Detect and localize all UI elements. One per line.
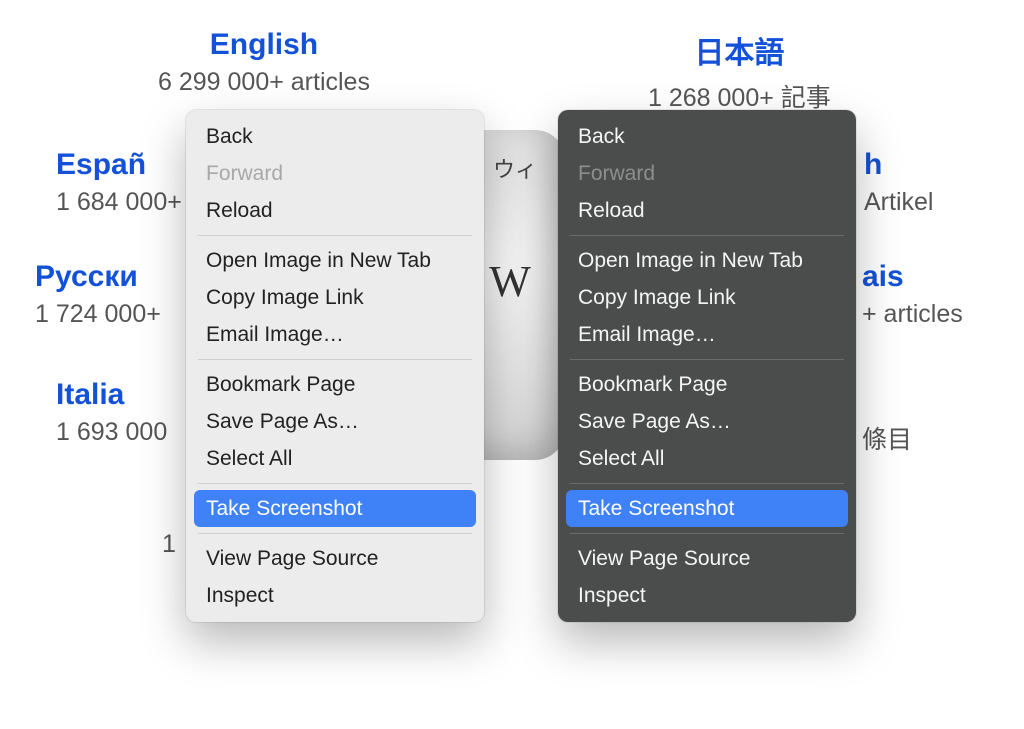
lang-sub: 1 724 000+ bbox=[35, 300, 161, 329]
menu-separator bbox=[570, 359, 844, 360]
menu-item-forward: Forward bbox=[186, 155, 484, 192]
lang-sub: 1 bbox=[162, 530, 176, 558]
globe-letter: W bbox=[489, 256, 531, 307]
lang-russian[interactable]: Русски 1 724 000+ bbox=[35, 260, 161, 329]
lang-portuguese-partial: 1 bbox=[162, 530, 176, 559]
lang-sub: + articles bbox=[862, 300, 963, 329]
lang-sub: 條目 bbox=[862, 426, 912, 454]
lang-chinese-partial[interactable]: 條目 bbox=[862, 420, 912, 456]
lang-name: 日本語 bbox=[648, 28, 831, 72]
menu-separator bbox=[570, 483, 844, 484]
menu-item-inspect[interactable]: Inspect bbox=[186, 577, 484, 614]
menu-item-bookmark-page[interactable]: Bookmark Page bbox=[558, 366, 856, 403]
menu-separator bbox=[570, 533, 844, 534]
menu-item-copy-image-link[interactable]: Copy Image Link bbox=[558, 279, 856, 316]
lang-sub: 6 299 000+ articles bbox=[158, 68, 370, 97]
context-menu-dark: Back Forward Reload Open Image in New Ta… bbox=[558, 110, 856, 622]
menu-separator bbox=[198, 235, 472, 236]
menu-item-forward: Forward bbox=[558, 155, 856, 192]
lang-name: English bbox=[158, 28, 370, 62]
lang-sub: 1 684 000+ bbox=[56, 188, 182, 217]
menu-item-email-image[interactable]: Email Image… bbox=[186, 316, 484, 353]
menu-separator bbox=[570, 235, 844, 236]
menu-item-back[interactable]: Back bbox=[558, 118, 856, 155]
lang-french-partial[interactable]: ais + articles bbox=[862, 260, 963, 329]
lang-sub: Artikel bbox=[864, 188, 933, 217]
lang-english[interactable]: English 6 299 000+ articles bbox=[158, 28, 370, 97]
lang-name: ais bbox=[862, 260, 963, 294]
menu-item-reload[interactable]: Reload bbox=[186, 192, 484, 229]
menu-item-select-all[interactable]: Select All bbox=[186, 440, 484, 477]
menu-item-take-screenshot[interactable]: Take Screenshot bbox=[194, 490, 476, 527]
menu-item-reload[interactable]: Reload bbox=[558, 192, 856, 229]
lang-name: Italia bbox=[56, 378, 167, 412]
lang-italian[interactable]: Italia 1 693 000 bbox=[56, 378, 167, 447]
menu-item-copy-image-link[interactable]: Copy Image Link bbox=[186, 279, 484, 316]
menu-separator bbox=[198, 359, 472, 360]
globe-kana: ウィ bbox=[493, 152, 537, 184]
lang-japanese[interactable]: 日本語 1 268 000+ 記事 bbox=[648, 28, 831, 114]
menu-item-save-page-as[interactable]: Save Page As… bbox=[558, 403, 856, 440]
menu-item-email-image[interactable]: Email Image… bbox=[558, 316, 856, 353]
menu-item-view-source[interactable]: View Page Source bbox=[186, 540, 484, 577]
menu-item-inspect[interactable]: Inspect bbox=[558, 577, 856, 614]
menu-item-take-screenshot[interactable]: Take Screenshot bbox=[566, 490, 848, 527]
menu-item-select-all[interactable]: Select All bbox=[558, 440, 856, 477]
menu-separator bbox=[198, 483, 472, 484]
menu-item-open-image[interactable]: Open Image in New Tab bbox=[186, 242, 484, 279]
lang-german-partial[interactable]: h Artikel bbox=[864, 148, 933, 217]
language-grid: English 6 299 000+ articles 日本語 1 268 00… bbox=[0, 0, 1024, 729]
lang-sub: 1 693 000 bbox=[56, 418, 167, 447]
lang-name: Русски bbox=[35, 260, 161, 294]
menu-item-view-source[interactable]: View Page Source bbox=[558, 540, 856, 577]
lang-sub: 1 268 000+ 記事 bbox=[648, 78, 831, 114]
lang-spanish[interactable]: Españ 1 684 000+ bbox=[56, 148, 182, 217]
menu-item-open-image[interactable]: Open Image in New Tab bbox=[558, 242, 856, 279]
context-menu-light: Back Forward Reload Open Image in New Ta… bbox=[186, 110, 484, 622]
menu-separator bbox=[198, 533, 472, 534]
menu-item-back[interactable]: Back bbox=[186, 118, 484, 155]
menu-item-save-page-as[interactable]: Save Page As… bbox=[186, 403, 484, 440]
menu-item-bookmark-page[interactable]: Bookmark Page bbox=[186, 366, 484, 403]
lang-name: h bbox=[864, 148, 933, 182]
lang-name: Españ bbox=[56, 148, 182, 182]
